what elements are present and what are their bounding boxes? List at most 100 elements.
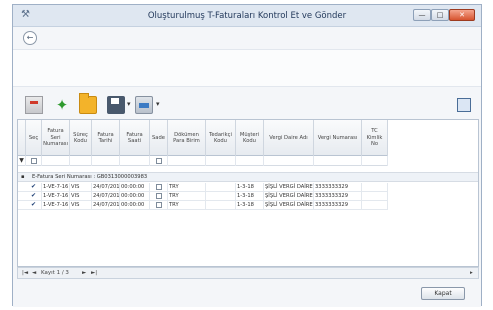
grid-cell: 1-3-18 xyxy=(236,183,264,192)
filter-cell[interactable] xyxy=(92,156,120,166)
back-arrow-icon: ← xyxy=(26,33,34,42)
table-row[interactable]: ✔ 1-VE-7-16 VIS 24/07/2013 00:00:00 TRY 1-3-18… xyxy=(18,183,388,192)
app-window: ⚒ Oluşturulmuş T-Faturaları Kontrol Et v… xyxy=(12,4,482,307)
minimize-icon: — xyxy=(418,11,426,19)
column-header[interactable]: Süreç Kodu xyxy=(70,120,92,156)
filter-cell[interactable] xyxy=(236,156,264,166)
footer: Kapat xyxy=(13,279,481,307)
column-header[interactable]: Vergi Daire Adı xyxy=(264,120,314,156)
close-dialog-button[interactable]: Kapat xyxy=(421,287,465,300)
checkbox[interactable] xyxy=(156,193,162,199)
filter-checkbox[interactable] xyxy=(31,158,37,164)
grid-cell: 1-3-18 xyxy=(236,201,264,210)
filter-cell[interactable] xyxy=(362,156,388,166)
filter-icon[interactable]: ▼ xyxy=(18,156,26,166)
checkmark-icon: ✔ xyxy=(30,192,37,199)
minimize-button[interactable]: — xyxy=(413,9,431,21)
grid-cell: TRY xyxy=(168,201,206,210)
filter-cell[interactable] xyxy=(314,156,362,166)
column-header[interactable]: Sade xyxy=(150,120,168,156)
title-bar: ⚒ Oluşturulmuş T-Faturaları Kontrol Et v… xyxy=(13,5,481,27)
grid-cell: ŞİŞLİ VERGİ DAİRESİ xyxy=(265,183,314,192)
last-page-button[interactable]: ►| xyxy=(91,268,97,279)
run-icon[interactable]: ✦ xyxy=(53,96,71,114)
column-header[interactable]: Dökümen Para Birim xyxy=(168,120,206,156)
column-header[interactable]: Müşteri Kodu xyxy=(236,120,264,156)
filter-row: ▼ xyxy=(18,156,388,166)
save-icon[interactable] xyxy=(107,96,125,114)
group-label: E-Fatura Seri Numarası : GB0313000003983 xyxy=(32,174,148,180)
maximize-icon: □ xyxy=(436,11,444,19)
toolbar: ✦ ▾ ▾ xyxy=(17,93,479,117)
grid-cell: 1-VE-7-16 xyxy=(43,183,70,192)
expand-icon[interactable]: ▪ xyxy=(21,173,25,182)
grid-cell: VIS xyxy=(70,183,92,192)
select-checkbox[interactable]: ✔ xyxy=(26,183,42,192)
grid-cell xyxy=(362,183,388,192)
select-checkbox[interactable]: ✔ xyxy=(26,201,42,210)
checkmark-icon: ✔ xyxy=(30,183,37,190)
layout-icon[interactable] xyxy=(457,98,471,112)
first-page-button[interactable]: |◄ xyxy=(22,268,28,279)
table-row[interactable]: ✔ 1-VE-7-16 VIS 24/07/2013 00:00:00 TRY 1-3-18… xyxy=(18,192,388,201)
invoice-grid: Seç Fatura Seri Numarası Süreç Kodu Fatura … xyxy=(17,119,479,267)
grid-cell xyxy=(206,183,236,192)
grid-cell: 3333333329 xyxy=(314,201,362,210)
column-header[interactable]: TC Kimlik No xyxy=(362,120,388,156)
grid-cell xyxy=(362,192,388,201)
column-header[interactable]: Seç xyxy=(26,120,42,156)
column-header[interactable]: Fatura Tarihi xyxy=(92,120,120,156)
table-row[interactable]: ✔ 1-VE-7-16 VIS 24/07/2013 00:00:00 TRY 1-3-18… xyxy=(18,201,388,210)
header-band xyxy=(13,49,481,87)
group-row[interactable]: ▪ E-Fatura Seri Numarası : GB03130000039… xyxy=(18,172,478,182)
back-button[interactable]: ← xyxy=(23,31,37,45)
grid-cell xyxy=(206,201,236,210)
grid-cell: 1-VE-7-16 xyxy=(43,192,70,201)
close-icon: ✕ xyxy=(459,11,465,19)
grid-cell: 00:00:00 xyxy=(120,183,150,192)
checkbox[interactable] xyxy=(156,202,162,208)
grid-cell xyxy=(362,201,388,210)
close-button[interactable]: ✕ xyxy=(449,9,475,21)
print-dropdown-icon[interactable]: ▾ xyxy=(156,100,160,108)
grid-cell: 3333333329 xyxy=(314,192,362,201)
grid-cell: 24/07/2013 xyxy=(93,183,120,192)
checkmark-icon: ✔ xyxy=(30,201,37,208)
grid-cell: 3333333329 xyxy=(314,183,362,192)
filter-cell[interactable] xyxy=(264,156,314,166)
grid-cell: 24/07/2013 xyxy=(93,192,120,201)
column-header[interactable]: Fatura Saati xyxy=(120,120,150,156)
checkbox[interactable] xyxy=(156,184,162,190)
filter-cell[interactable] xyxy=(206,156,236,166)
maximize-button[interactable]: □ xyxy=(431,9,449,21)
document-icon[interactable] xyxy=(25,96,43,114)
grid-cell: 00:00:00 xyxy=(120,192,150,201)
grid-cell: 1-3-18 xyxy=(236,192,264,201)
grid-cell: 1-VE-7-16 xyxy=(43,201,70,210)
column-header[interactable]: Vergi Numarası xyxy=(314,120,362,156)
save-dropdown-icon[interactable]: ▾ xyxy=(127,100,131,108)
grid-cell: TRY xyxy=(168,192,206,201)
filter-cell[interactable] xyxy=(42,156,70,166)
filter-cell[interactable] xyxy=(70,156,92,166)
grid-cell: 24/07/2013 xyxy=(93,201,120,210)
folder-icon[interactable] xyxy=(79,93,97,114)
sade-checkbox[interactable] xyxy=(150,201,168,210)
filter-cell[interactable] xyxy=(26,156,42,166)
grid-cell xyxy=(206,192,236,201)
grid-cell: VIS xyxy=(70,201,92,210)
column-header[interactable]: Fatura Seri Numarası xyxy=(42,120,70,156)
next-page-button[interactable]: ► xyxy=(82,268,86,279)
filter-cell[interactable] xyxy=(150,156,168,166)
column-header[interactable]: Tedarikçi Kodu xyxy=(206,120,236,156)
sade-checkbox[interactable] xyxy=(150,183,168,192)
select-checkbox[interactable]: ✔ xyxy=(26,192,42,201)
filter-checkbox[interactable] xyxy=(156,158,162,164)
grid-cell: ŞİŞLİ VERGİ DAİRESİ xyxy=(265,192,314,201)
prev-page-button[interactable]: ◄ xyxy=(32,268,36,279)
sade-checkbox[interactable] xyxy=(150,192,168,201)
scroll-right-button[interactable]: ▸ xyxy=(470,268,473,279)
filter-cell[interactable] xyxy=(120,156,150,166)
filter-cell[interactable] xyxy=(168,156,206,166)
print-icon[interactable] xyxy=(135,96,153,114)
